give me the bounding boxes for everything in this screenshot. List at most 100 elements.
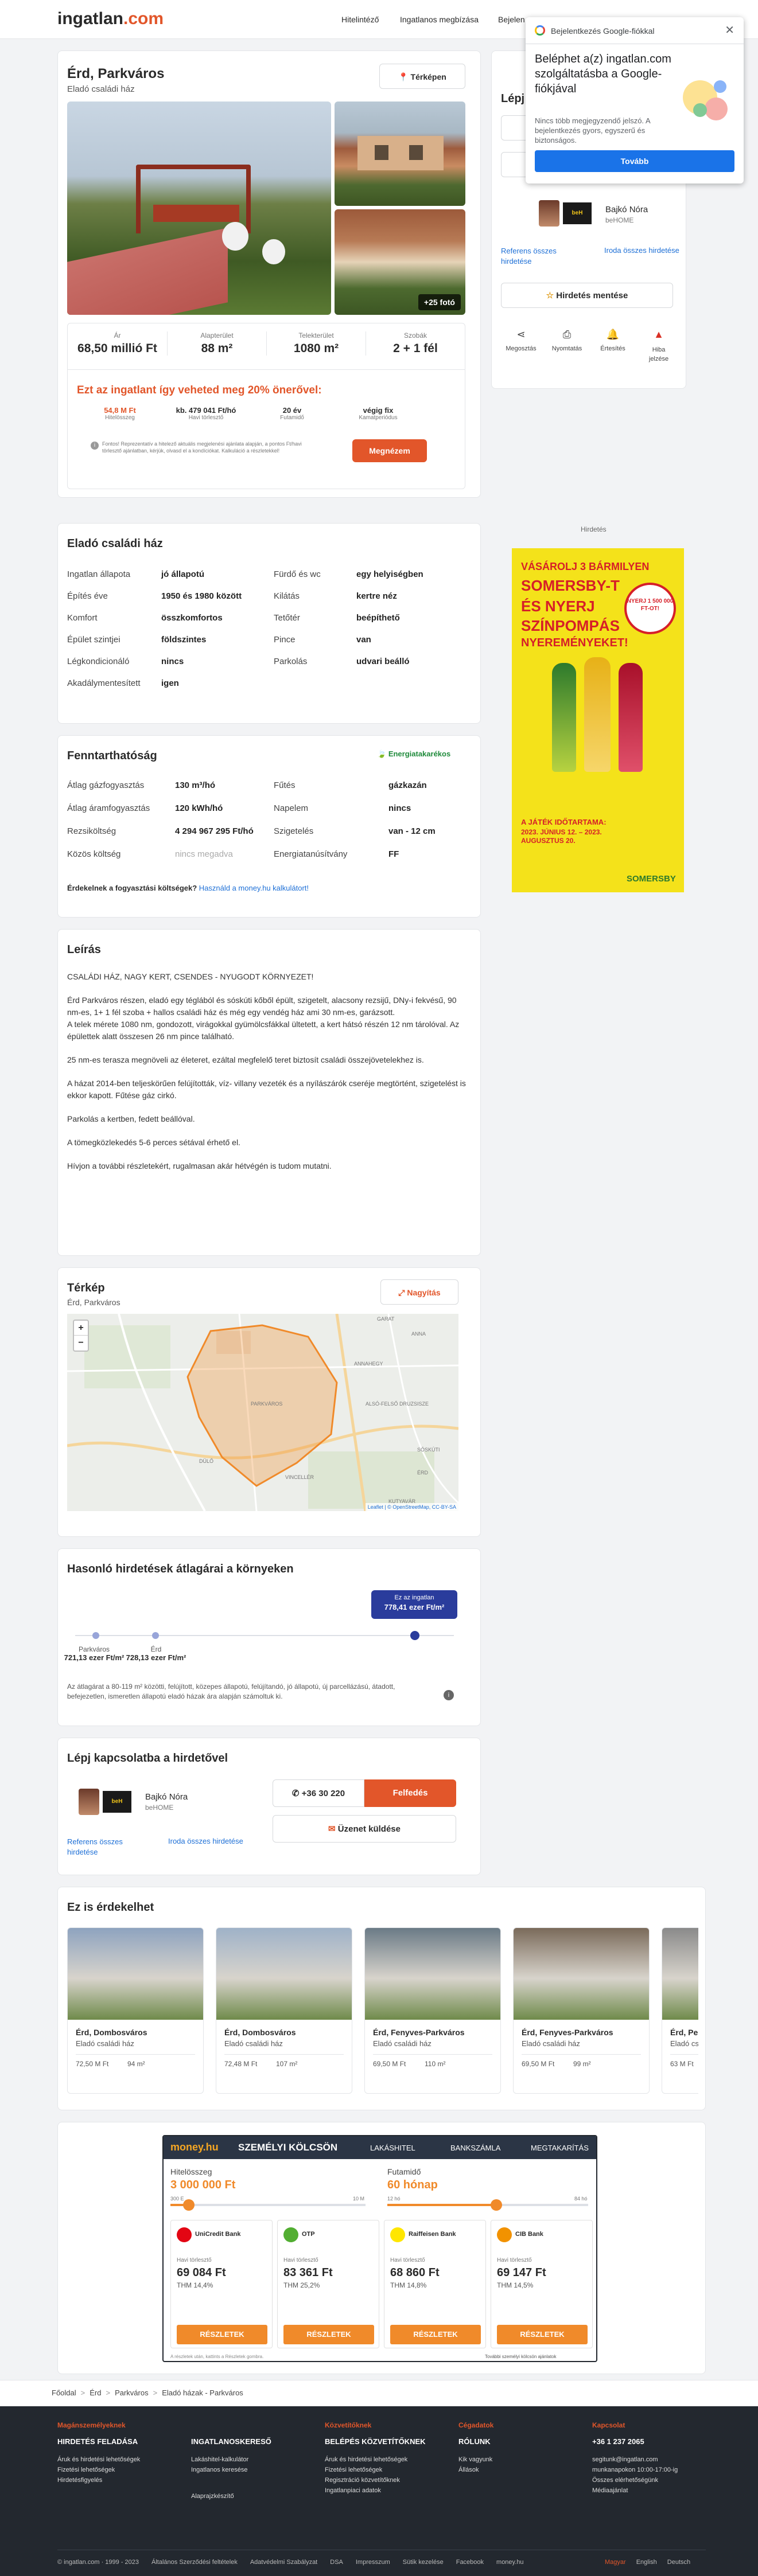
footer-link[interactable]: Ingatlanos keresése bbox=[191, 2466, 317, 2473]
money-tab[interactable]: MEGTAKARÍTÁS bbox=[531, 2144, 589, 2152]
money-tab[interactable]: LAKÁSHITEL bbox=[370, 2144, 415, 2152]
money-tab[interactable]: BANKSZÁMLA bbox=[450, 2144, 500, 2152]
ad-label: Hirdetés bbox=[581, 525, 607, 533]
breadcrumb-separator: > bbox=[106, 2388, 111, 2397]
energy-label: Közös költség bbox=[67, 849, 121, 859]
map-expand-button[interactable]: ⤢ Nagyítás bbox=[380, 1279, 458, 1305]
ad-banner[interactable]: VÁSÁROLJ 3 BÁRMILYEN SOMERSBY-T ÉS NYERJ… bbox=[512, 548, 684, 892]
photo-3[interactable]: +25 fotó bbox=[335, 209, 465, 315]
expand-label: Nagyítás bbox=[407, 1288, 441, 1297]
recommend-item[interactable]: Érd, Fenyves-Parkváros Eladó családi ház 6… bbox=[513, 1927, 650, 2094]
send-message-button[interactable]: ✉ Üzenet küldése bbox=[273, 1815, 456, 1843]
point-value: 721,13 ezer Ft/m² bbox=[64, 1653, 125, 1662]
slider-handle[interactable] bbox=[491, 2199, 502, 2211]
point-name: Érd bbox=[150, 1645, 162, 1653]
footer-link[interactable]: Ingatlanpiaci adatok bbox=[325, 2487, 451, 2494]
bank-details-button[interactable]: RÉSZLETEK bbox=[497, 2325, 588, 2344]
breadcrumb-separator: > bbox=[80, 2388, 85, 2397]
footer-link[interactable]: Hirdetésfigyelés bbox=[57, 2477, 184, 2484]
money-section: money.hu SZEMÉLYI KÖLCSÖN LAKÁSHITEL BAN… bbox=[57, 2122, 706, 2374]
footer-bottom-link[interactable]: Általános Szerződési feltételek bbox=[151, 2559, 238, 2566]
zoom-out-button[interactable]: − bbox=[74, 1336, 88, 1351]
map-attribution[interactable]: Leaflet | © OpenStreetMap, CC-BY-SA bbox=[365, 1503, 458, 1511]
money-calculator-link[interactable]: Használd a money.hu kalkulátort! bbox=[199, 884, 309, 892]
footer-bottom-link[interactable]: money.hu bbox=[496, 2559, 524, 2566]
language-option[interactable]: Magyar bbox=[605, 2559, 626, 2566]
slider-handle[interactable] bbox=[183, 2199, 195, 2211]
language-option[interactable]: English bbox=[636, 2559, 657, 2566]
nav-ingatlanos[interactable]: Ingatlanos megbízása bbox=[400, 15, 479, 24]
footer-bottom-link[interactable]: Impresszum bbox=[356, 2559, 390, 2566]
phone-box[interactable]: ✆ +36 30 220 bbox=[273, 1779, 364, 1807]
print-action[interactable]: ⎙ Nyomtatás bbox=[547, 329, 587, 352]
nav-bejelentes[interactable]: Bejelen bbox=[498, 15, 525, 24]
logo-tld: .com bbox=[123, 9, 164, 28]
notify-action[interactable]: 🔔 Értesítés bbox=[593, 329, 633, 352]
loan-slider[interactable] bbox=[170, 2199, 366, 2211]
photos-badge[interactable]: +25 fotó bbox=[418, 294, 461, 310]
photo-2[interactable] bbox=[335, 102, 465, 206]
footer-link[interactable]: Médiaajánlat bbox=[592, 2487, 718, 2494]
bank-label: Havi törlesztő bbox=[390, 2257, 425, 2263]
office-all-ads-link[interactable]: Iroda összes hirdetése bbox=[604, 246, 685, 255]
footer-heading[interactable]: +36 1 237 2065 bbox=[592, 2437, 718, 2446]
footer-heading[interactable]: BELÉPÉS KÖZVETÍTŐKNEK bbox=[325, 2437, 451, 2446]
scale-label: 10 M bbox=[353, 2196, 365, 2202]
google-icon bbox=[535, 25, 545, 36]
bank-details-button[interactable]: RÉSZLETEK bbox=[283, 2325, 374, 2344]
breadcrumb-item[interactable]: Érd bbox=[90, 2388, 101, 2397]
map-view[interactable]: GARAT ANNA ANNAHEGY ALSÓ-FELSŐ DRUZSISZE… bbox=[67, 1314, 458, 1511]
footer-bottom-link[interactable]: Adatvédelmi Szabályzat bbox=[250, 2559, 317, 2566]
referent-all-ads-link[interactable]: Referens összes hirdetése bbox=[67, 1837, 130, 1857]
language-option[interactable]: Deutsch bbox=[667, 2559, 690, 2566]
footer-bottom-link[interactable]: Facebook bbox=[456, 2559, 484, 2566]
footer-heading[interactable]: INGATLANOSKERESŐ bbox=[191, 2437, 317, 2446]
zoom-in-button[interactable]: + bbox=[74, 1321, 88, 1336]
share-action[interactable]: ⋖ Megosztás bbox=[501, 329, 541, 352]
footer-link[interactable]: segitunk@ingatlan.com bbox=[592, 2456, 718, 2463]
footer-heading[interactable]: RÓLUNK bbox=[458, 2437, 585, 2446]
footer-category: Magánszemélyeknek bbox=[57, 2421, 126, 2429]
recommend-item[interactable]: Érd, Pes Eladó csa 63 M Ft bbox=[662, 1927, 698, 2094]
breadcrumb-item[interactable]: Eladó házak - Parkváros bbox=[162, 2388, 243, 2397]
footer-bottom-link[interactable]: Sütik kezelése bbox=[403, 2559, 444, 2566]
footer-link[interactable]: Áruk és hirdetési lehetőségek bbox=[57, 2456, 184, 2463]
footer-bottom-link[interactable]: DSA bbox=[330, 2559, 343, 2566]
footer-link[interactable]: Regisztráció közvetítőknek bbox=[325, 2477, 451, 2484]
loan-view-button[interactable]: Megnézem bbox=[352, 439, 427, 462]
footer-link[interactable]: munkanapokon 10:00-17:00-ig bbox=[592, 2466, 718, 2473]
referent-all-ads-link[interactable]: Referens összes hirdetése bbox=[501, 246, 564, 267]
footer-link[interactable]: Áruk és hirdetési lehetőségek bbox=[325, 2456, 451, 2463]
map-button[interactable]: 📍 Térképen bbox=[379, 64, 465, 89]
google-continue-button[interactable]: Tovább bbox=[535, 150, 734, 172]
footer-link[interactable]: Kik vagyunk bbox=[458, 2456, 585, 2463]
save-ad-button[interactable]: ☆ Hirdetés mentése bbox=[501, 283, 673, 308]
footer-link[interactable]: Összes elérhetőségünk bbox=[592, 2477, 718, 2484]
breadcrumb-item[interactable]: Főoldal bbox=[52, 2388, 76, 2397]
footer-link[interactable]: Lakáshitel-kalkulátor bbox=[191, 2456, 317, 2463]
footer-heading[interactable]: HIRDETÉS FELADÁSA bbox=[57, 2437, 184, 2446]
recommend-divider bbox=[522, 2054, 641, 2055]
bank-details-button[interactable]: RÉSZLETEK bbox=[177, 2325, 267, 2344]
footer-link[interactable]: Állások bbox=[458, 2466, 585, 2473]
recommend-item[interactable]: Érd, Fenyves-Parkváros Eladó családi ház 6… bbox=[364, 1927, 501, 2094]
reveal-phone-button[interactable]: Felfedés bbox=[364, 1779, 456, 1807]
info-icon[interactable]: i bbox=[444, 1690, 454, 1700]
close-icon[interactable]: ✕ bbox=[725, 23, 734, 37]
footer-link[interactable]: Alaprajzkészítő bbox=[191, 2493, 317, 2500]
main-photo[interactable] bbox=[67, 102, 331, 315]
logo[interactable]: ingatlan.com bbox=[57, 9, 164, 29]
footer-link[interactable]: Fizetési lehetőségek bbox=[325, 2466, 451, 2473]
breadcrumb-item[interactable]: Parkváros bbox=[115, 2388, 149, 2397]
agent-name: Bajkó Nóra bbox=[605, 205, 648, 214]
nav-hitelintezo[interactable]: Hitelintéző bbox=[341, 15, 379, 24]
term-slider[interactable] bbox=[387, 2199, 588, 2211]
recommend-item[interactable]: Érd, Dombosváros Eladó családi ház 72,50 M… bbox=[67, 1927, 204, 2094]
bank-amount: 69 084 Ft bbox=[177, 2266, 226, 2279]
footer-link[interactable]: Fizetési lehetőségek bbox=[57, 2466, 184, 2473]
office-all-ads-link[interactable]: Iroda összes hirdetése bbox=[168, 1837, 260, 1845]
bank-details-button[interactable]: RÉSZLETEK bbox=[390, 2325, 481, 2344]
money-more-offers-link[interactable]: További személyi kölcsön ajánlatok bbox=[485, 2354, 557, 2359]
report-action[interactable]: ▲ Hiba jelzése bbox=[639, 329, 679, 364]
recommend-item[interactable]: Érd, Dombosváros Eladó családi ház 72,48 M… bbox=[216, 1927, 352, 2094]
